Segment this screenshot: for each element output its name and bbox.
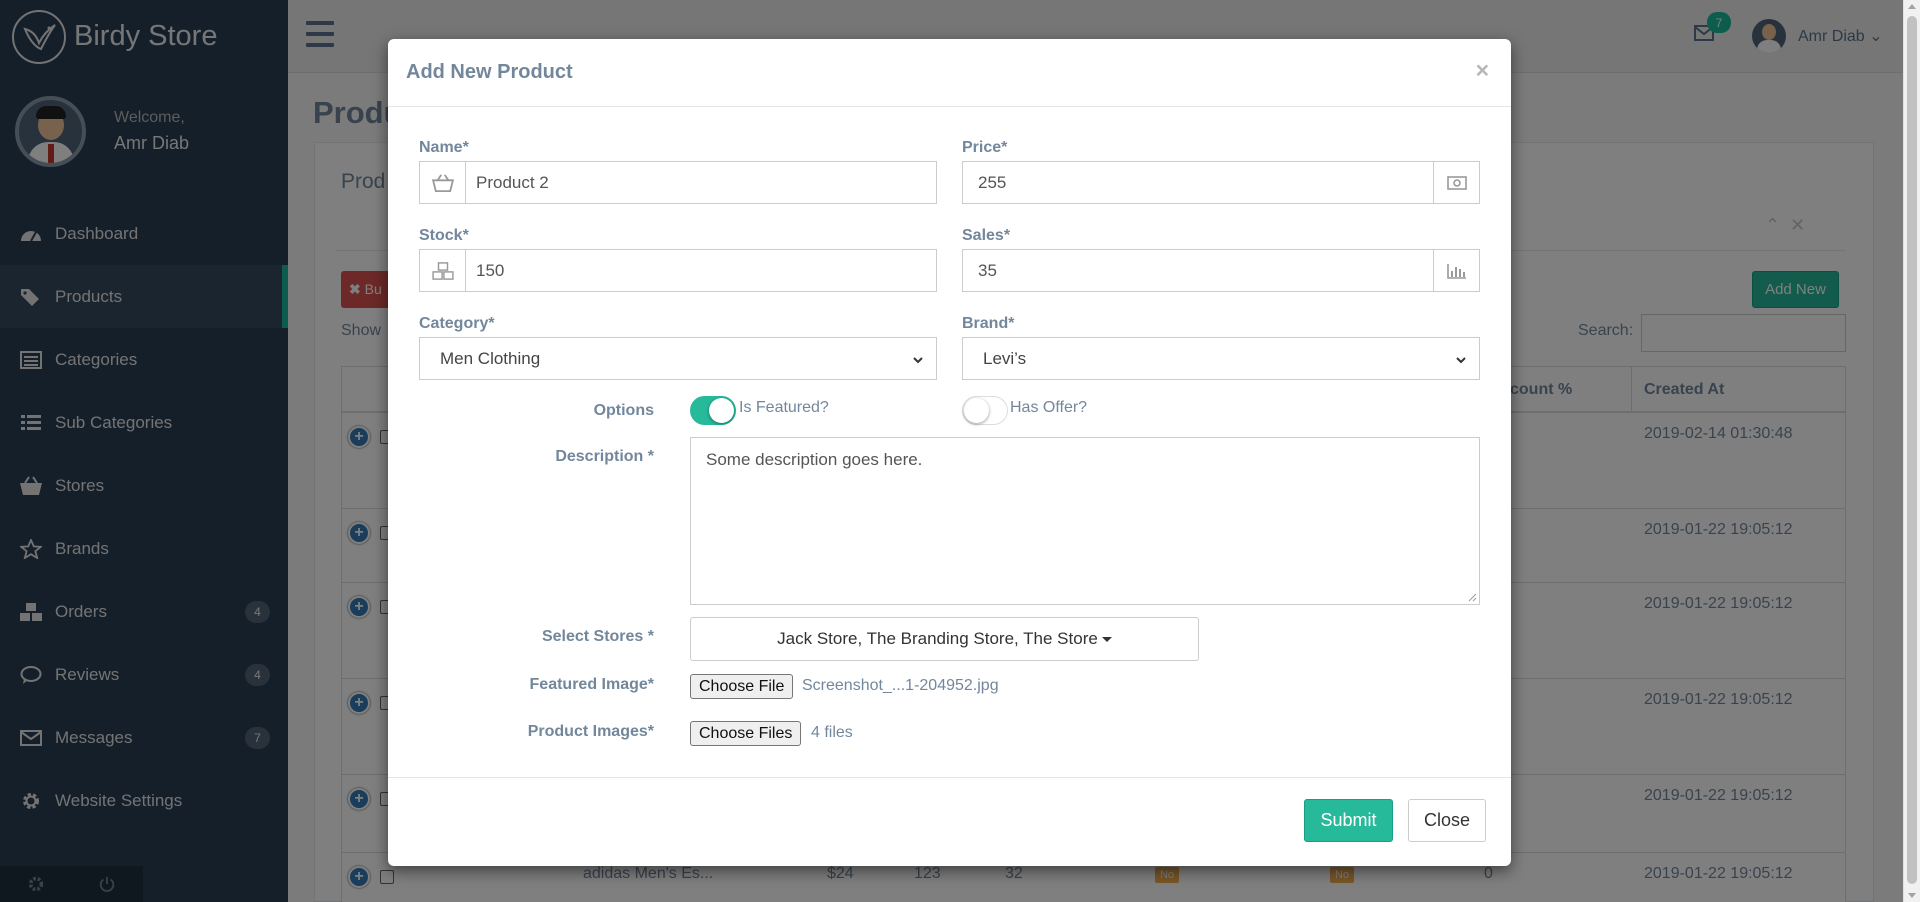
category-select[interactable]: Men Clothing	[419, 337, 937, 380]
category-value: Men Clothing	[440, 348, 541, 368]
options-label: Options	[593, 402, 654, 419]
modal-header: Add New Product ×	[388, 39, 1511, 107]
sales-label: Sales*	[962, 227, 1011, 244]
sales-field[interactable]	[963, 250, 1433, 291]
page-scrollbar[interactable]	[1903, 0, 1920, 902]
description-text: Some description goes here.	[706, 450, 923, 469]
modal-body: Name* Price* Stock* Sales* Category* Men…	[388, 107, 1511, 777]
submit-button[interactable]: Submit	[1304, 799, 1393, 842]
brand-value: Levi’s	[983, 348, 1027, 368]
product-images-choose-button[interactable]: Choose Files	[690, 721, 802, 746]
price-input-group	[962, 161, 1480, 204]
is-featured-toggle[interactable]	[690, 396, 736, 425]
brand-label: Brand*	[962, 315, 1015, 332]
has-offer-label: Has Offer?	[1010, 399, 1088, 416]
modal-title: Add New Product	[406, 61, 573, 83]
has-offer-toggle[interactable]	[962, 396, 1008, 425]
add-product-modal: Add New Product × Name* Price* Stock* Sa…	[388, 39, 1511, 866]
stock-label: Stock*	[419, 227, 469, 244]
close-button[interactable]: Close	[1408, 799, 1486, 842]
price-label: Price*	[962, 139, 1008, 156]
money-icon	[1433, 162, 1479, 203]
resize-handle-icon[interactable]	[1467, 592, 1477, 602]
featured-image-choose-button[interactable]: Choose File	[690, 674, 794, 699]
product-images-label: Product Images*	[527, 723, 654, 740]
name-input-group	[419, 161, 937, 204]
name-field[interactable]	[466, 162, 936, 203]
is-featured-label: Is Featured?	[739, 399, 829, 416]
stock-field[interactable]	[466, 250, 936, 291]
chevron-down-icon	[1455, 351, 1467, 371]
sales-input-group	[962, 249, 1480, 292]
caret-down-icon	[1101, 636, 1112, 642]
modal-footer: Submit Close	[388, 777, 1511, 866]
name-label: Name*	[419, 139, 469, 156]
featured-image-label: Featured Image*	[529, 676, 654, 693]
chevron-down-icon	[912, 351, 924, 371]
select-stores-label: Select Stores *	[541, 628, 654, 645]
description-label: Description *	[555, 448, 654, 465]
stores-multiselect[interactable]: Jack Store, The Branding Store, The Stor…	[690, 617, 1199, 661]
description-field[interactable]: Some description goes here.	[690, 437, 1480, 605]
price-field[interactable]	[963, 162, 1433, 203]
brand-select[interactable]: Levi’s	[962, 337, 1480, 380]
bar-chart-icon	[1433, 250, 1479, 291]
featured-image-filename: Screenshot_...1-204952.jpg	[802, 677, 999, 694]
product-images-count: 4 files	[811, 724, 853, 741]
close-icon[interactable]: ×	[1476, 57, 1489, 84]
stores-value: Jack Store, The Branding Store, The Stor…	[777, 629, 1098, 648]
cubes-icon	[420, 250, 466, 291]
stock-input-group	[419, 249, 937, 292]
category-label: Category*	[419, 315, 495, 332]
shopping-basket-icon	[420, 162, 466, 203]
